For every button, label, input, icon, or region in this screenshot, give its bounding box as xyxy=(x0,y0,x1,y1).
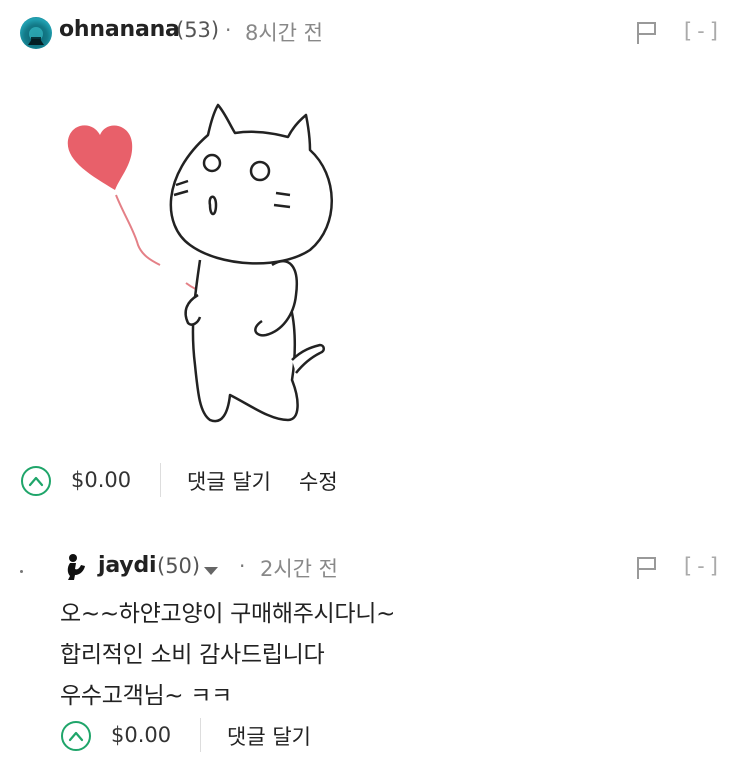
reply-collapse-button[interactable]: [-] xyxy=(681,554,722,578)
avatar-icon xyxy=(28,27,44,45)
reply-button[interactable]: 댓글 달기 xyxy=(187,466,271,496)
reply-body-line: 합리적인 소비 감사드립니다 xyxy=(60,642,325,668)
reply-timestamp[interactable]: 2시간 전 xyxy=(260,553,338,583)
chevron-down-icon[interactable] xyxy=(203,561,219,580)
reply-avatar[interactable] xyxy=(64,553,88,585)
reply-upvote-button[interactable] xyxy=(61,721,91,751)
flag-icon[interactable] xyxy=(636,556,658,580)
silhouette-avatar-icon xyxy=(67,554,85,580)
reply-separator: · xyxy=(239,554,246,578)
chevron-up-icon xyxy=(28,476,44,487)
edit-button[interactable]: 수정 xyxy=(299,466,338,496)
reply-body-line: 우수고객님~ ㅋㅋ xyxy=(60,683,233,709)
thread-dot xyxy=(20,570,23,573)
flag-icon[interactable] xyxy=(636,21,658,45)
reply-reply-button[interactable]: 댓글 달기 xyxy=(227,721,311,751)
divider xyxy=(160,463,161,497)
payout-value[interactable]: $0.00 xyxy=(71,468,131,492)
collapse-button[interactable]: [-] xyxy=(681,19,722,43)
reply-reputation: (50) xyxy=(157,554,201,578)
reply-author[interactable]: jaydi xyxy=(98,553,157,578)
comment-separator: · xyxy=(225,18,232,42)
comment-reputation: (53) xyxy=(176,18,220,42)
reply-payout-value[interactable]: $0.00 xyxy=(111,723,171,747)
avatar[interactable] xyxy=(20,17,52,49)
comment-image xyxy=(50,95,350,439)
divider xyxy=(200,718,201,752)
reply-body-line: 오~~하얀고양이 구매해주시다니~ xyxy=(60,601,396,627)
comment-timestamp[interactable]: 8시간 전 xyxy=(245,17,323,47)
cat-with-balloon-image xyxy=(67,103,333,423)
chevron-up-icon xyxy=(68,731,84,742)
comment-author[interactable]: ohnanana xyxy=(59,17,180,42)
heart-balloon-icon xyxy=(67,125,133,190)
upvote-button[interactable] xyxy=(21,466,51,496)
